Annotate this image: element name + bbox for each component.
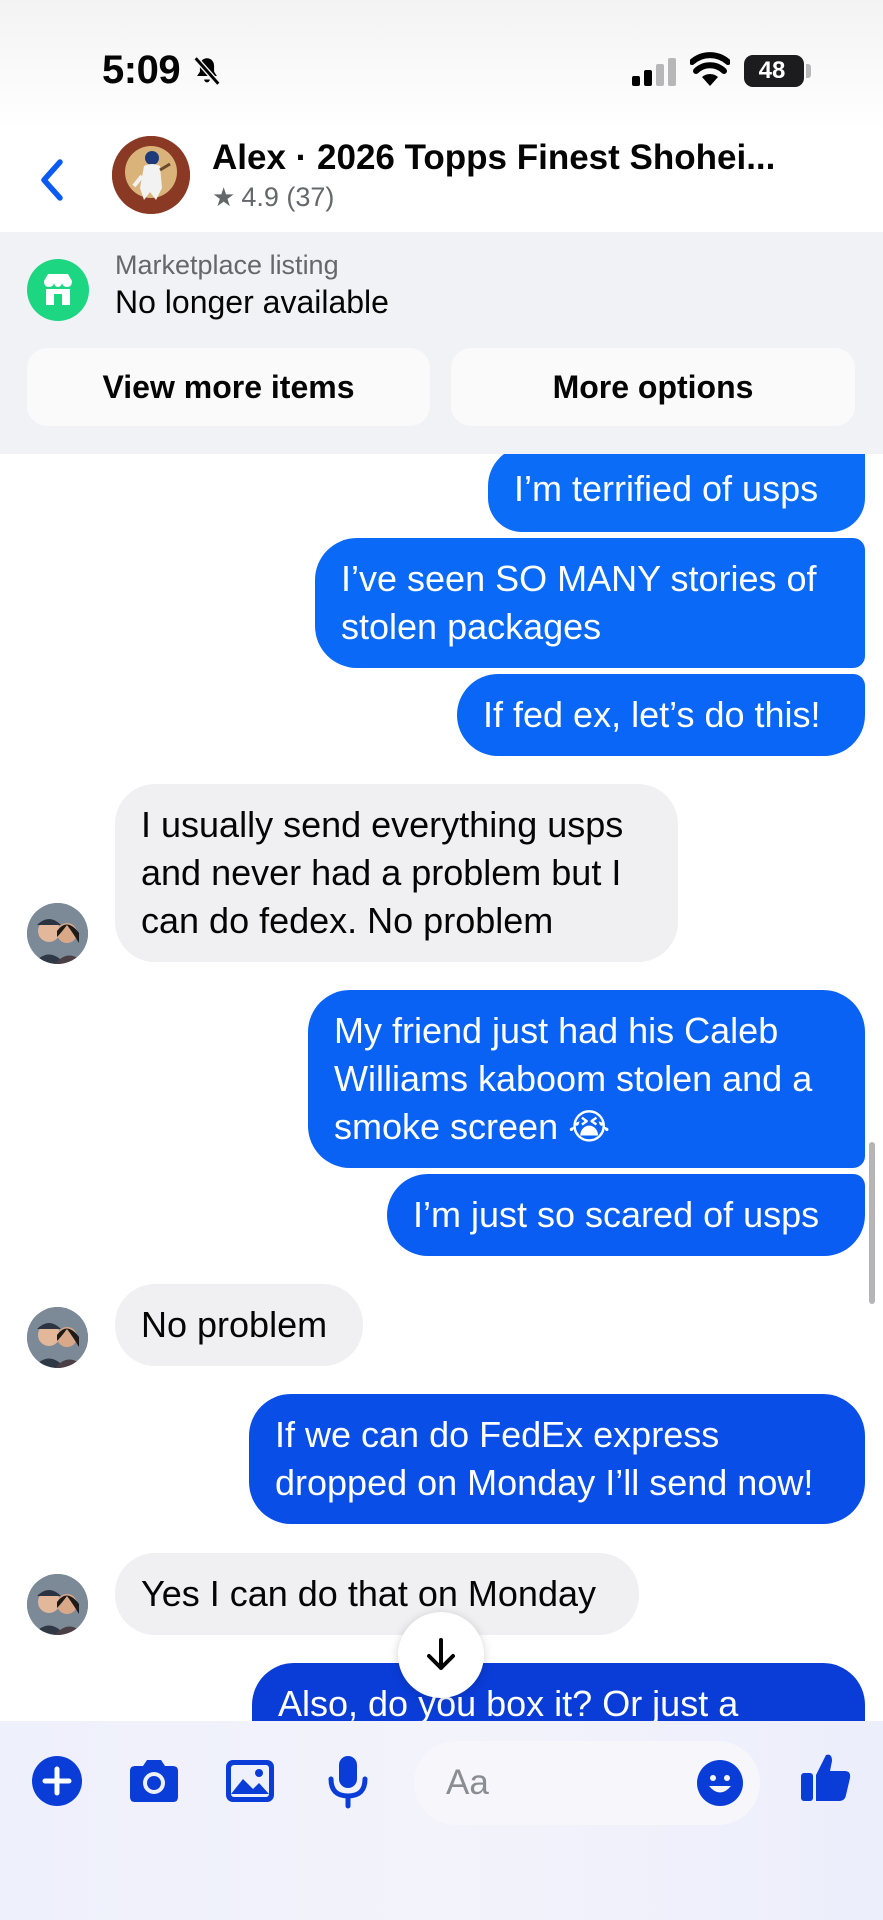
back-arrow-icon[interactable] — [28, 150, 78, 210]
scrollbar[interactable] — [869, 1142, 875, 1304]
alex-avatar[interactable] — [27, 1307, 88, 1368]
message-bubble-sent[interactable]: I’m just so scared of usps — [387, 1174, 865, 1256]
message-bubble-received[interactable]: No problem — [115, 1284, 363, 1366]
baseball-card-icon — [112, 136, 190, 214]
message-bubble-sent[interactable]: My friend just had his Caleb Williams ka… — [308, 990, 865, 1168]
seller-rating: ★ 4.9 (37) — [212, 182, 334, 213]
message-thread[interactable]: I’m terrified of usps I’ve seen SO MANY … — [0, 454, 883, 1721]
chat-header: Alex · 2026 Topps Finest Shohei... ★ 4.9… — [0, 130, 883, 232]
alex-avatar[interactable] — [27, 1574, 88, 1635]
wifi-icon — [690, 52, 730, 86]
camera-icon[interactable] — [124, 1751, 184, 1811]
marketplace-banner: Marketplace listing No longer available … — [0, 232, 883, 454]
message-bubble-sent[interactable]: If we can do FedEx express dropped on Mo… — [249, 1394, 865, 1524]
bell-off-icon — [193, 56, 221, 86]
thumbs-up-icon[interactable] — [795, 1747, 855, 1807]
listing-status: No longer available — [115, 284, 389, 320]
status-time: 5:09 — [102, 48, 181, 92]
message-bubble-sent[interactable]: I’ve seen SO MANY stories of stolen pack… — [315, 538, 865, 668]
battery-cap — [806, 64, 811, 78]
view-more-items-button[interactable]: View more items — [27, 348, 430, 426]
store-icon — [27, 259, 89, 321]
message-bubble-received[interactable]: Yes I can do that on Monday — [115, 1553, 639, 1635]
message-bubble-sent[interactable]: Also, do you box it? Or just a — [252, 1663, 865, 1721]
message-bubble-received[interactable]: I usually send everything usps and never… — [115, 784, 678, 962]
alex-avatar[interactable] — [27, 903, 88, 964]
arrow-down-icon — [427, 1638, 455, 1670]
rating-text: 4.9 (37) — [241, 182, 335, 212]
emoji-icon[interactable] — [696, 1759, 744, 1807]
signal-icon — [632, 58, 676, 86]
message-placeholder: Aa — [446, 1763, 489, 1802]
seller-avatar[interactable] — [112, 136, 190, 214]
message-composer: Aa — [0, 1721, 883, 1920]
more-options-button[interactable]: More options — [451, 348, 855, 426]
message-input[interactable]: Aa — [414, 1741, 760, 1825]
battery-icon: 48 — [744, 55, 804, 87]
microphone-icon[interactable] — [318, 1751, 378, 1811]
status-bar: 5:09 48 — [0, 0, 883, 130]
scroll-to-bottom-button[interactable] — [398, 1612, 484, 1698]
message-bubble-sent[interactable]: I’m terrified of usps — [488, 454, 865, 532]
listing-label: Marketplace listing — [115, 250, 339, 280]
chat-title[interactable]: Alex · 2026 Topps Finest Shohei... — [212, 138, 832, 178]
gallery-icon[interactable] — [220, 1751, 280, 1811]
star-icon: ★ — [212, 182, 236, 212]
message-bubble-sent[interactable]: If fed ex, let’s do this! — [457, 674, 865, 756]
battery-level: 48 — [758, 57, 786, 84]
plus-icon[interactable] — [27, 1751, 87, 1811]
